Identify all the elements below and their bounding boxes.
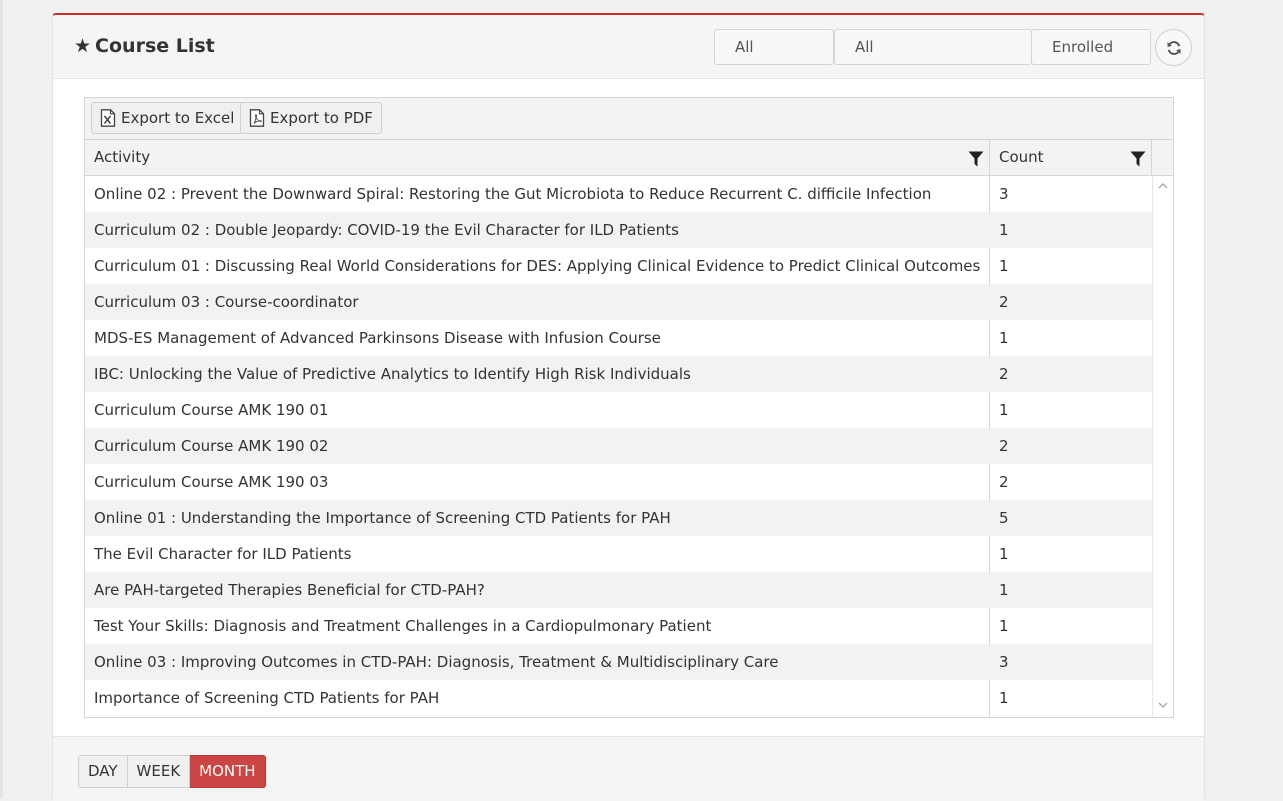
table-row[interactable]: The Evil Character for ILD Patients 1 [85, 536, 1152, 572]
export-pdf-button[interactable]: Export to PDF [240, 102, 382, 134]
count-cell: 1 [999, 689, 1009, 707]
filter-select-1[interactable]: All [714, 29, 834, 65]
pdf-file-icon [249, 109, 265, 127]
table-row[interactable]: MDS-ES Management of Advanced Parkinsons… [85, 320, 1152, 356]
scroll-up-arrow-icon[interactable] [1158, 182, 1168, 189]
table-row[interactable]: Curriculum 01 : Discussing Real World Co… [85, 248, 1152, 284]
column-header-activity-label: Activity [94, 148, 151, 166]
count-cell: 3 [999, 185, 1009, 203]
count-cell: 1 [999, 581, 1009, 599]
activity-cell: MDS-ES Management of Advanced Parkinsons… [94, 329, 661, 347]
activity-cell: The Evil Character for ILD Patients [94, 545, 352, 563]
activity-cell: Online 01 : Understanding the Importance… [94, 509, 671, 527]
panel-title: ★ Course List [74, 35, 215, 57]
table-row[interactable]: Test Your Skills: Diagnosis and Treatmen… [85, 608, 1152, 644]
grid-toolbar: Export to Excel Export to PDF [85, 98, 1173, 140]
activity-cell: Curriculum 01 : Discussing Real World Co… [94, 257, 981, 275]
grid-header-row: Activity Count [85, 140, 1173, 176]
period-day-button[interactable]: DAY [78, 755, 128, 788]
filter-select-status-value: Enrolled [1052, 38, 1114, 56]
activity-cell: Curriculum 03 : Course-coordinator [94, 293, 359, 311]
count-cell: 5 [999, 509, 1009, 527]
activity-cell: Curriculum Course AMK 190 02 [94, 437, 329, 455]
count-cell: 3 [999, 653, 1009, 671]
filter-select-2-value: All [855, 38, 874, 56]
table-row[interactable]: Curriculum Course AMK 190 01 1 [85, 392, 1152, 428]
table-row[interactable]: Curriculum Course AMK 190 02 2 [85, 428, 1152, 464]
activity-cell: Curriculum 02 : Double Jeopardy: COVID-1… [94, 221, 679, 239]
column-header-activity[interactable]: Activity [85, 140, 989, 175]
count-cell: 1 [999, 221, 1009, 239]
activity-cell: Curriculum Course AMK 190 03 [94, 473, 329, 491]
activity-cell: IBC: Unlocking the Value of Predictive A… [94, 365, 691, 383]
grid-body: Online 02 : Prevent the Downward Spiral:… [85, 176, 1152, 717]
filter-select-1-value: All [735, 38, 754, 56]
period-week-button[interactable]: WEEK [127, 755, 191, 788]
count-cell: 1 [999, 257, 1009, 275]
refresh-icon [1167, 40, 1180, 55]
panel-title-text: Course List [95, 35, 215, 57]
table-row[interactable]: Importance of Screening CTD Patients for… [85, 680, 1152, 716]
star-icon: ★ [74, 34, 92, 57]
count-cell: 2 [999, 365, 1009, 383]
panel-header: ★ Course List All All Enrolled [53, 15, 1204, 79]
count-cell: 1 [999, 401, 1009, 419]
course-list-panel: ★ Course List All All Enrolled Export to… [52, 13, 1205, 801]
period-month-button[interactable]: MONTH [190, 755, 266, 788]
refresh-button[interactable] [1155, 29, 1192, 66]
scroll-down-arrow-icon[interactable] [1158, 702, 1168, 709]
activity-cell: Importance of Screening CTD Patients for… [94, 689, 440, 707]
table-row[interactable]: Online 02 : Prevent the Downward Spiral:… [85, 176, 1152, 212]
table-row[interactable]: Curriculum Course AMK 190 03 2 [85, 464, 1152, 500]
activity-cell: Curriculum Course AMK 190 01 [94, 401, 329, 419]
excel-file-icon [100, 109, 116, 127]
filter-icon[interactable] [968, 151, 984, 167]
count-cell: 2 [999, 293, 1009, 311]
count-cell: 2 [999, 437, 1009, 455]
count-cell: 2 [999, 473, 1009, 491]
table-row[interactable]: Online 01 : Understanding the Importance… [85, 500, 1152, 536]
table-row[interactable]: IBC: Unlocking the Value of Predictive A… [85, 356, 1152, 392]
activity-cell: Online 03 : Improving Outcomes in CTD-PA… [94, 653, 779, 671]
count-cell: 1 [999, 329, 1009, 347]
page-edge [0, 0, 3, 799]
filter-icon[interactable] [1130, 151, 1146, 167]
table-row[interactable]: Curriculum 03 : Course-coordinator 2 [85, 284, 1152, 320]
count-cell: 1 [999, 617, 1009, 635]
column-divider [1151, 140, 1152, 176]
export-excel-label: Export to Excel [121, 109, 235, 127]
column-header-count-label: Count [999, 148, 1044, 166]
table-row[interactable]: Online 03 : Improving Outcomes in CTD-PA… [85, 644, 1152, 680]
activity-cell: Are PAH-targeted Therapies Beneficial fo… [94, 581, 485, 599]
export-pdf-label: Export to PDF [270, 109, 373, 127]
course-grid: Export to Excel Export to PDF Activity C… [84, 97, 1174, 718]
export-excel-button[interactable]: Export to Excel [91, 102, 244, 134]
filter-select-2[interactable]: All [834, 29, 1032, 65]
filter-select-status[interactable]: Enrolled [1031, 29, 1151, 65]
count-cell: 1 [999, 545, 1009, 563]
table-row[interactable]: Curriculum 02 : Double Jeopardy: COVID-1… [85, 212, 1152, 248]
period-toggle: DAY WEEK MONTH [78, 755, 266, 788]
vertical-scrollbar[interactable] [1152, 176, 1173, 717]
panel-footer: DAY WEEK MONTH [53, 736, 1204, 801]
table-row[interactable]: Are PAH-targeted Therapies Beneficial fo… [85, 572, 1152, 608]
column-header-count[interactable]: Count [990, 140, 1152, 175]
activity-cell: Online 02 : Prevent the Downward Spiral:… [94, 185, 932, 203]
activity-cell: Test Your Skills: Diagnosis and Treatmen… [94, 617, 712, 635]
